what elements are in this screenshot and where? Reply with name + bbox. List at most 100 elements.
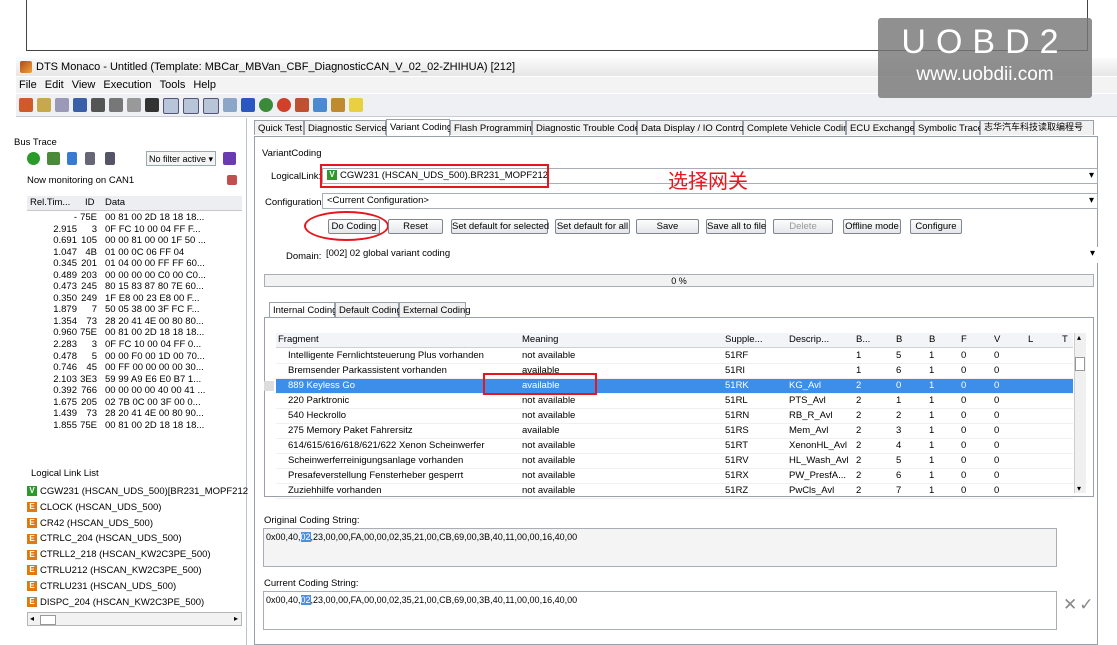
scroll-up-icon[interactable]: ▴ [1077,333,1081,342]
set-default-selected-button[interactable]: Set default for selected [451,219,549,234]
trace-row[interactable]: 0.691 105 00 00 81 00 00 1F 50 ... [27,235,242,247]
connect-icon[interactable] [241,98,255,112]
cut-icon[interactable] [91,98,105,112]
col-b1[interactable]: B... [856,333,870,347]
network-icon[interactable] [259,98,273,112]
ecu-icon[interactable] [331,98,345,112]
col-description[interactable]: Descrip... [789,333,829,347]
current-coding-string[interactable]: 0x00,40,02,23,00,00,FA,00,00,02,35,21,00… [263,591,1057,630]
scroll-down-icon[interactable]: ▾ [1077,484,1081,493]
col-v[interactable]: V [994,333,1000,347]
trace-row[interactable]: 1.855 75E 00 81 00 2D 18 18 18... [27,420,242,432]
paste-icon[interactable] [127,98,141,112]
logical-link-item[interactable]: E CTRLL2_218 (HSCAN_KW2C3PE_500) [27,547,242,563]
offline-mode-button[interactable]: Offline mode [843,219,901,234]
menu-execution[interactable]: Execution [103,79,151,91]
monitor-icon[interactable] [313,98,327,112]
trace-row[interactable]: 0.392 766 00 00 00 00 40 00 41 ... [27,385,242,397]
trace-row[interactable]: 0.746 45 00 FF 00 00 00 00 30... [27,362,242,374]
coding-row[interactable]: Presafeverstellung Fensterheber gesperrt… [276,469,1073,484]
subtab-default-coding[interactable]: Default Coding [335,302,402,317]
record-icon[interactable] [277,98,291,112]
trace-row[interactable]: 0.350 249 1F E8 00 23 E8 00 F... [27,293,242,305]
scroll-left-icon[interactable]: ◂ [30,613,34,625]
coding-row[interactable]: Zuziehhilfe vorhanden not available 51RZ Pw… [276,484,1073,499]
layout3-icon[interactable] [203,98,219,114]
filter-select[interactable]: No filter active ▾ [146,151,216,166]
start-icon[interactable] [27,152,40,165]
col-data[interactable]: Data [105,196,125,210]
delete-icon[interactable] [145,98,159,112]
copy-icon[interactable] [109,98,123,112]
layout1-icon[interactable] [163,98,179,114]
trace-row[interactable]: 0.960 75E 00 81 00 2D 18 18 18... [27,327,242,339]
coding-row[interactable]: 889 Keyless Go available 51RK KG_Avl 2 0 1 0 0 [264,379,1073,394]
vertical-scrollbar[interactable]: ▴ ▾ [1074,333,1086,493]
trace-row[interactable]: -75E 00 81 00 2D 18 18 18... [27,212,242,224]
coding-row[interactable]: 220 Parktronic not available 51RL PTS_Avl 2 1… [276,394,1073,409]
menu-edit[interactable]: Edit [45,79,64,91]
window-icon[interactable] [223,98,237,112]
open-icon[interactable] [37,98,51,112]
trace-row[interactable]: 1.879 7 50 05 38 00 3F FC F... [27,304,242,316]
col-b3[interactable]: B [929,333,935,347]
open-recent-icon[interactable] [55,98,69,112]
trace-row[interactable]: 1.675 205 02 7B 0C 00 3F 00 0... [27,397,242,409]
logical-link-item[interactable]: V CGW231 (HSCAN_UDS_500)[BR231_MOPF212 [27,484,248,500]
tab-flash-programming[interactable]: Flash Programming [450,120,537,135]
new-icon[interactable] [19,98,33,112]
logical-link-item[interactable]: E CTRLC_204 (HSCAN_UDS_500) [27,531,242,547]
menu-view[interactable]: View [72,79,96,91]
clear-icon[interactable] [227,175,237,185]
configuration-select[interactable]: <Current Configuration> [322,193,1098,209]
forward-icon[interactable] [105,152,115,165]
col-f[interactable]: F [961,333,967,347]
filter-icon[interactable] [223,152,236,165]
tools-icon[interactable] [295,98,309,112]
trace-row[interactable]: 1.047 4B 01 00 0C 06 FF 04 [27,247,242,259]
help-icon[interactable] [349,98,363,112]
tab-diagnostic-trouble-code[interactable]: Diagnostic Trouble Code [532,120,640,135]
coding-row[interactable]: Intelligente Fernlichtsteuerung Plus vor… [276,349,1073,364]
tab-data-display[interactable]: Data Display / IO Control [637,120,746,135]
set-default-all-button[interactable]: Set default for all [555,219,630,234]
trace-row[interactable]: 2.103 3E3 59 99 A9 E6 E0 B7 1... [27,374,242,386]
coding-row[interactable]: Bremsender Parkassistent vorhanden availa… [276,364,1073,379]
layout2-icon[interactable] [183,98,199,114]
configure-button[interactable]: Configure [910,219,962,234]
step-icon[interactable] [85,152,95,165]
reset-button[interactable]: Reset [388,219,443,234]
coding-row[interactable]: 275 Memory Paket Fahrersitz available 51RS… [276,424,1073,439]
col-reltime[interactable]: Rel.Tim... [30,196,70,210]
save-icon[interactable] [73,98,87,112]
trace-row[interactable]: 0.345 201 01 04 00 00 FF FF 60... [27,258,242,270]
menu-tools[interactable]: Tools [160,79,186,91]
domain-select[interactable]: [002] 02 global variant coding [322,247,1098,263]
menu-file[interactable]: File [19,79,37,91]
col-supplement[interactable]: Supple... [725,333,763,347]
subtab-internal-coding[interactable]: Internal Coding [269,302,337,317]
col-t[interactable]: T [1062,333,1068,347]
save-all-button[interactable]: Save all to file [706,219,766,234]
tab-symbolic-trace[interactable]: Symbolic Trace [914,120,983,135]
col-fragment[interactable]: Fragment [278,333,319,347]
tab-zhihua-programming[interactable]: 志华汽车科技读取编程号 [980,120,1094,135]
trace-row[interactable]: 0.478 5 00 00 F0 00 1D 00 70... [27,351,242,363]
scroll-thumb[interactable] [1075,357,1085,371]
col-meaning[interactable]: Meaning [522,333,558,347]
col-l[interactable]: L [1028,333,1033,347]
tab-complete-vehicle-coding[interactable]: Complete Vehicle Coding [743,120,854,135]
import-icon[interactable] [47,152,60,165]
coding-row[interactable]: 540 Heckrollo not available 51RN RB_R_Avl 2 2… [276,409,1073,424]
menu-help[interactable]: Help [193,79,216,91]
tab-quick-test[interactable]: Quick Test [254,120,304,135]
horizontal-scrollbar[interactable]: ◂ ▸ [27,612,242,626]
trace-row[interactable]: 0.473 245 80 15 83 87 80 7E 60... [27,281,242,293]
trace-row[interactable]: 2.283 3 0F FC 10 00 04 FF 0... [27,339,242,351]
logical-link-item[interactable]: E CR42 (HSCAN_UDS_500) [27,516,242,532]
save-button[interactable]: Save [636,219,699,234]
delete-button[interactable]: Delete [773,219,833,234]
col-b2[interactable]: B [896,333,902,347]
logical-link-item[interactable]: E DISPC_204 (HSCAN_KW2C3PE_500) [27,595,242,611]
scroll-thumb[interactable] [40,615,56,625]
